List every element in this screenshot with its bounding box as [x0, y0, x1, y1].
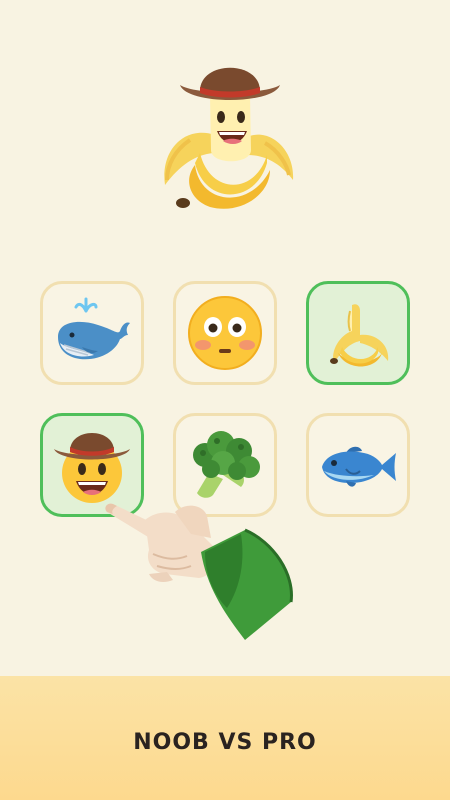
emoji-grid	[0, 0, 450, 560]
pointing-hand-icon	[105, 503, 293, 640]
tile-flushed-face[interactable]	[173, 281, 277, 385]
banana-emoji	[330, 304, 389, 367]
footer-banner: NOOB VS PRO	[0, 676, 450, 800]
tile-whale[interactable]	[40, 281, 144, 385]
fish-emoji	[322, 446, 396, 487]
tile-banana[interactable]	[306, 281, 410, 385]
whale-emoji	[58, 297, 130, 360]
footer-title: NOOB VS PRO	[133, 729, 317, 755]
tile-fish[interactable]	[306, 413, 410, 517]
flushed-face-emoji	[188, 296, 262, 370]
